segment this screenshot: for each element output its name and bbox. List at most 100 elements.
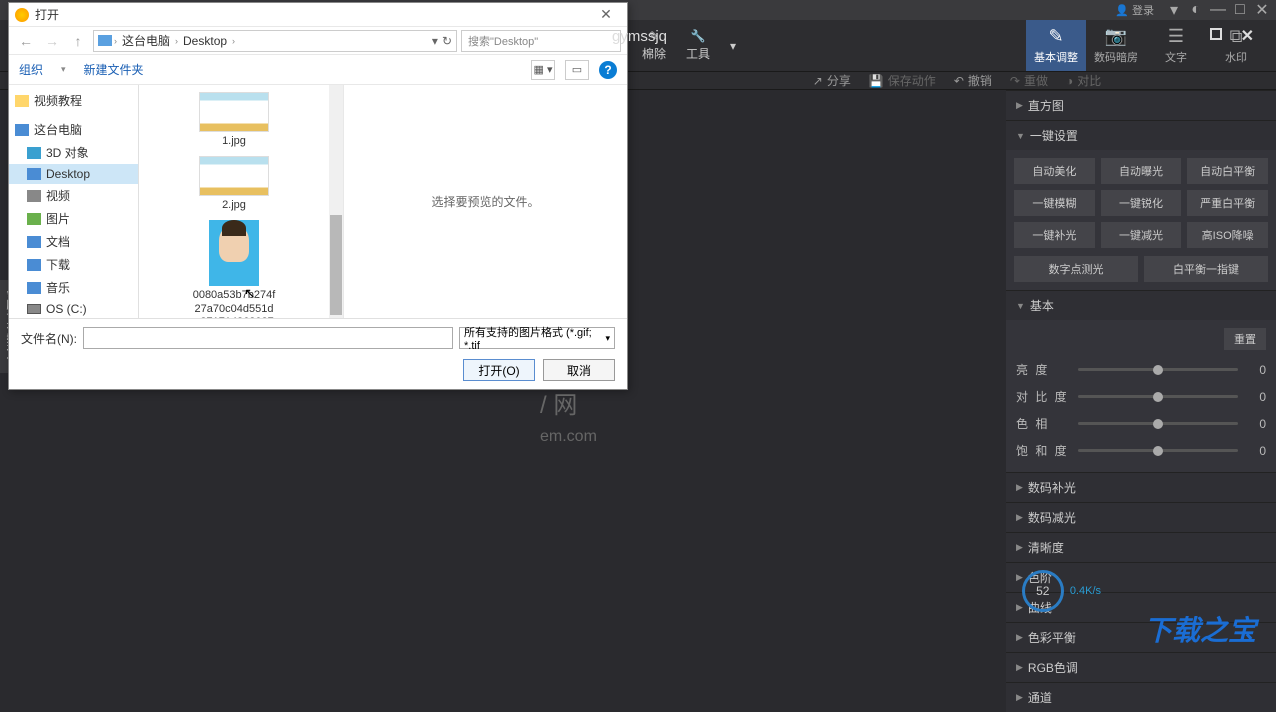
tree-downloads[interactable]: 下载 [9,253,138,276]
tree-video-tutorial[interactable]: 视频教程 [9,89,138,112]
chevron-right-icon: ▶ [1016,512,1023,523]
digital-fill-header[interactable]: ▶数码补光 [1006,472,1276,502]
open-button[interactable]: 打开(O) [463,359,535,381]
address-bar[interactable]: › 这台电脑 › Desktop › ▾ ↻ [93,30,457,52]
tree-desktop[interactable]: Desktop [9,164,138,184]
tab-darkroom-label: 数码暗房 [1094,49,1138,65]
hue-slider-row: 色 相 0 [1016,410,1266,437]
login-button[interactable]: 👤 登录 [1107,0,1162,20]
breadcrumb-sep: › [114,36,117,46]
dropdown-icon[interactable]: ▾ [432,34,438,48]
saturation-slider[interactable] [1078,449,1238,452]
tree-pictures[interactable]: 图片 [9,207,138,230]
reset-button[interactable]: 重置 [1224,328,1266,350]
digital-dim-header[interactable]: ▶数码减光 [1006,502,1276,532]
dropdown-icon[interactable]: ▾ [1164,2,1184,18]
tree-documents[interactable]: 文档 [9,230,138,253]
tab-text[interactable]: ☰ 文字 [1146,20,1206,71]
contrast-label: 对 比 度 [1016,388,1070,405]
save-action[interactable]: 💾保存动作 [869,72,936,89]
dialog-close-button[interactable]: ✕ [591,6,621,23]
maximize-button[interactable]: □ [1230,2,1250,18]
rgb-header[interactable]: ▶RGB色调 [1006,652,1276,682]
undo-action[interactable]: ↶撤销 [954,72,992,89]
digital-spot-button[interactable]: 数字点测光 [1014,256,1138,282]
tab-darkroom[interactable]: 📷 数码暗房 [1086,20,1146,71]
nav-up-button[interactable]: ↑ [67,31,89,51]
chevron-right-icon: ▶ [1016,482,1023,493]
tree-videos[interactable]: 视频 [9,184,138,207]
brightness-slider[interactable] [1078,368,1238,371]
compare-action[interactable]: ◑对比 [1066,72,1101,89]
new-folder-button[interactable]: 新建文件夹 [84,61,144,78]
filename-input[interactable] [83,327,453,349]
strict-wb-button[interactable]: 严重白平衡 [1187,190,1268,216]
auto-wb-button[interactable]: 自动白平衡 [1187,158,1268,184]
minimize-button[interactable]: — [1208,2,1228,18]
file-item-2[interactable]: 2.jpg [189,153,279,215]
one-sharpen-button[interactable]: 一键锐化 [1101,190,1182,216]
picture-icon [27,213,41,225]
skin-icon[interactable]: ◐ [1186,2,1206,18]
clarity-header[interactable]: ▶清晰度 [1006,532,1276,562]
basic-header[interactable]: ▼基本 [1006,290,1276,320]
one-fill-button[interactable]: 一键补光 [1014,222,1095,248]
file-thumbnail [199,92,269,132]
camera-icon: 📷 [1105,26,1127,47]
tree-this-pc[interactable]: 这台电脑 [9,118,138,141]
search-input[interactable]: 搜索"Desktop" [461,30,621,52]
tools-tool[interactable]: 🔧 工具 [686,29,710,62]
help-icon[interactable]: ? [599,61,617,79]
contrast-slider-row: 对 比 度 0 [1016,383,1266,410]
preview-toggle-button[interactable]: ▭ [565,60,589,80]
refresh-icon[interactable]: ↻ [442,34,452,48]
chevron-down-icon: ▼ [1016,301,1025,311]
file-type-filter[interactable]: 所有支持的图片格式 (*.gif; *.tif ▾ [459,327,615,349]
slider-handle[interactable] [1153,392,1163,402]
file-scrollbar[interactable] [329,85,343,318]
quick-settings-header[interactable]: ▼一键设置 [1006,120,1276,150]
breadcrumb-seg1[interactable]: 这台电脑 [119,32,173,49]
wb-finger-button[interactable]: 白平衡一指键 [1144,256,1268,282]
tree-drive-c[interactable]: OS (C:) [9,299,138,318]
tab-basic-adjust[interactable]: ✎ 基本调整 [1026,20,1086,71]
auto-exposure-button[interactable]: 自动曝光 [1101,158,1182,184]
preview-placeholder: 选择要预览的文件。 [431,193,539,210]
slider-handle[interactable] [1153,419,1163,429]
watermark-center: / 网 em.com [540,385,597,448]
slider-handle[interactable] [1153,365,1163,375]
tree-3d-objects[interactable]: 3D 对象 [9,141,138,164]
nav-back-button[interactable]: ← [15,31,37,51]
file-item-1[interactable]: 1.jpg [189,89,279,151]
scroll-thumb[interactable] [330,215,342,315]
contrast-slider[interactable] [1078,395,1238,398]
scratch-label: 棉除 [642,45,666,62]
cancel-button[interactable]: 取消 [543,359,615,381]
view-mode-button[interactable]: ▦ ▾ [531,60,555,80]
close-button[interactable]: ✕ [1252,2,1272,18]
slider-handle[interactable] [1153,446,1163,456]
high-iso-button[interactable]: 高ISO降噪 [1187,222,1268,248]
watermark-topright: gymssjq [612,28,667,45]
compare-icon: ◑ [1066,74,1073,88]
organize-menu[interactable]: 组织 [19,61,43,78]
breadcrumb-seg2[interactable]: Desktop [180,34,230,48]
auto-beautify-button[interactable]: 自动美化 [1014,158,1095,184]
dialog-app-icon [15,8,29,22]
overlay-restore-icon[interactable] [1210,28,1222,40]
overlay-close-icon[interactable]: ✕ [1241,26,1254,46]
redo-action[interactable]: ↷重做 [1010,72,1048,89]
speed-gauge: 52 [1022,570,1064,612]
one-blur-button[interactable]: 一键模糊 [1014,190,1095,216]
tree-music[interactable]: 音乐 [9,276,138,299]
one-dim-button[interactable]: 一键减光 [1101,222,1182,248]
channel-header[interactable]: ▶通道 [1006,682,1276,712]
document-icon [27,236,41,248]
nav-forward-button[interactable]: → [41,31,63,51]
hue-slider[interactable] [1078,422,1238,425]
files-area: 1.jpg 2.jpg 0080a53b7b274f27a70c04d551de… [139,85,627,318]
more-icon[interactable]: ▾ [730,39,736,53]
share-action[interactable]: ↗分享 [813,72,851,89]
file-item-3[interactable]: 0080a53b7b274f27a70c04d551de371714868027… [189,217,279,318]
histogram-header[interactable]: ▶直方图 [1006,90,1276,120]
